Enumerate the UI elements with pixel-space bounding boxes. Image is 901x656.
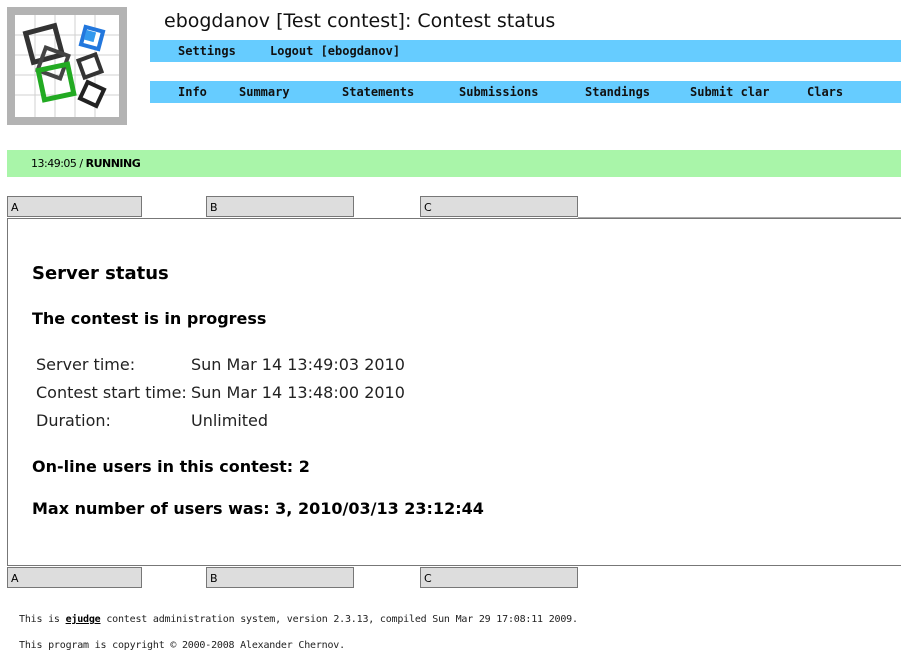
problem-tabs-bottom: A B C (7, 567, 901, 589)
menu-clars[interactable]: Clars (807, 85, 843, 99)
main-menu-bar: Info Summary Statements Submissions Stan… (150, 81, 901, 103)
contest-progress-heading: The contest is in progress (32, 309, 267, 328)
menu-standings[interactable]: Standings (585, 85, 650, 99)
contest-state: RUNNING (85, 157, 141, 170)
problem-tabs-top: A B C (7, 196, 901, 218)
start-time-label: Contest start time: (36, 383, 187, 402)
menu-info[interactable]: Info (178, 85, 207, 99)
contest-status-bar: 13:49:05 / RUNNING (7, 150, 901, 177)
ejudge-logo (7, 7, 127, 125)
menu-statements[interactable]: Statements (342, 85, 414, 99)
top-menu-bar: Settings Logout [ebogdanov] (150, 40, 901, 62)
settings-link[interactable]: Settings (178, 44, 236, 58)
problem-tab-a-bottom[interactable]: A (7, 567, 142, 588)
status-text: 13:49:05 / RUNNING (31, 157, 141, 170)
server-time-value: Sun Mar 14 13:49:03 2010 (191, 355, 405, 374)
problem-tab-b[interactable]: B (206, 196, 354, 217)
footer-version: This is ejudge contest administration sy… (19, 614, 578, 625)
menu-submissions[interactable]: Submissions (459, 85, 538, 99)
problem-tab-a[interactable]: A (7, 196, 142, 217)
menu-submit-clar[interactable]: Submit clar (690, 85, 769, 99)
footer-suffix: contest administration system, version 2… (100, 614, 578, 625)
max-users: Max number of users was: 3, 2010/03/13 2… (32, 499, 484, 518)
logo-graphic (15, 15, 119, 117)
duration-value: Unlimited (191, 411, 269, 430)
ejudge-link[interactable]: ejudge (66, 614, 101, 625)
server-clock: 13:49:05 / (31, 157, 86, 170)
problem-tab-c[interactable]: C (420, 196, 578, 217)
server-time-label: Server time: (36, 355, 136, 374)
footer-prefix: This is (19, 614, 66, 625)
page-title: ebogdanov [Test contest]: Contest status (164, 10, 556, 32)
online-users: On-line users in this contest: 2 (32, 457, 310, 476)
start-time-value: Sun Mar 14 13:48:00 2010 (191, 383, 405, 402)
duration-label: Duration: (36, 411, 111, 430)
problem-tab-c-bottom[interactable]: C (420, 567, 578, 588)
logout-link[interactable]: Logout [ebogdanov] (270, 44, 400, 58)
footer-copyright: This program is copyright © 2000-2008 Al… (19, 640, 345, 651)
problem-tab-b-bottom[interactable]: B (206, 567, 354, 588)
menu-summary[interactable]: Summary (239, 85, 290, 99)
server-status-heading: Server status (32, 263, 169, 284)
